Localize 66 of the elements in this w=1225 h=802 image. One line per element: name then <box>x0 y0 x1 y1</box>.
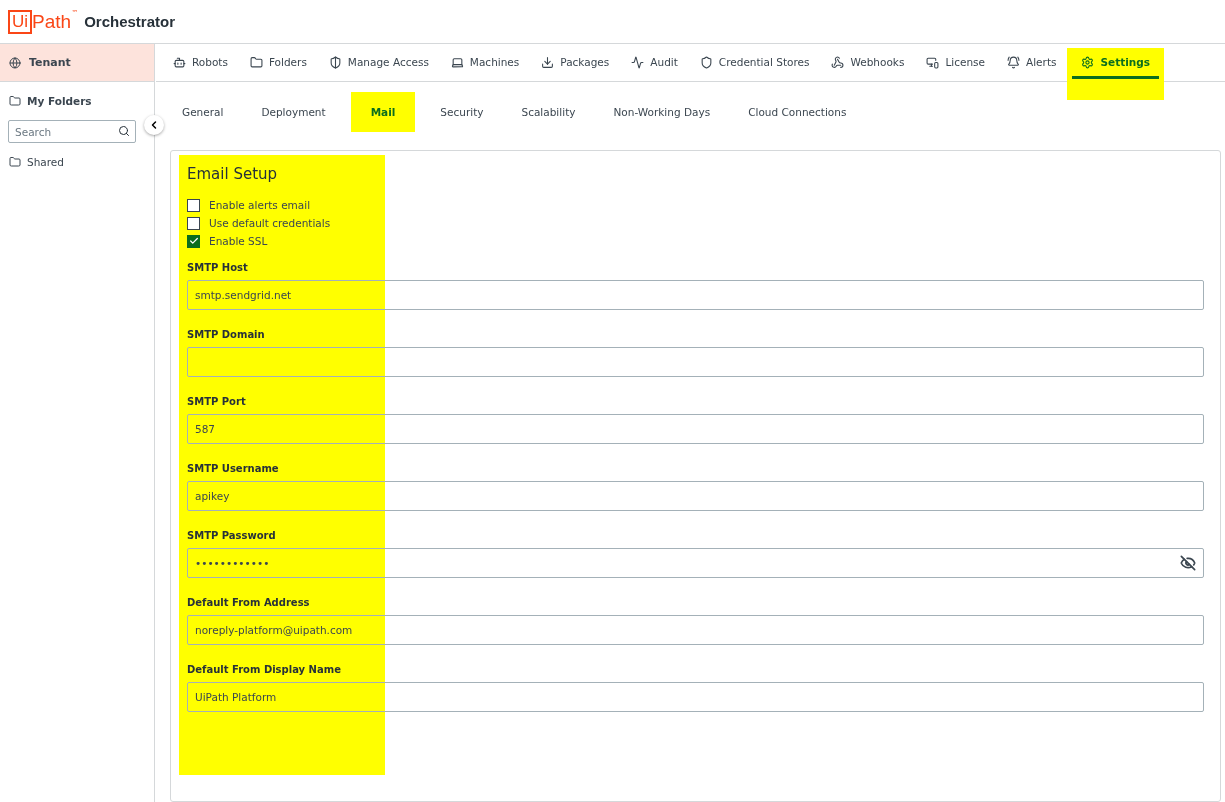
checkbox-option[interactable]: Enable SSL <box>187 232 268 250</box>
folder-icon <box>9 156 21 168</box>
globe-icon <box>9 56 21 69</box>
nav-tab[interactable]: Machines <box>439 44 531 82</box>
nav-tab[interactable]: Packages <box>530 44 621 82</box>
field-label: Default From Display Name <box>187 664 342 675</box>
input-field[interactable]: smtp.sendgrid.net <box>187 280 1204 310</box>
product-name: Orchestrator <box>84 13 176 30</box>
laptop-icon <box>450 56 464 69</box>
input-field[interactable]: UiPath Platform <box>187 682 1204 712</box>
nav-tab[interactable]: Alerts <box>996 44 1068 82</box>
devices-icon <box>926 56 940 69</box>
bell-icon <box>1007 56 1020 69</box>
checkbox[interactable] <box>187 216 200 230</box>
subtab[interactable]: Scalability <box>508 92 589 132</box>
search-icon <box>118 125 130 137</box>
folder-icon <box>9 95 21 107</box>
nav-tab[interactable]: Folders <box>238 44 318 82</box>
subtab[interactable]: Mail <box>350 92 416 132</box>
shield-icon <box>328 56 342 69</box>
download-icon <box>541 56 555 69</box>
nav-tab[interactable]: Robots <box>162 44 239 82</box>
field-label: SMTP Password <box>187 530 277 541</box>
input-field[interactable]: •••••••••••• <box>187 548 1204 578</box>
option-label: Enable SSL <box>209 235 268 247</box>
subtab[interactable]: Non-Working Days <box>600 92 724 132</box>
robot-icon <box>173 56 186 69</box>
checkbox[interactable] <box>187 198 200 212</box>
logo-word: Path <box>32 10 72 33</box>
logo-mark: Ui <box>8 9 33 34</box>
subtab[interactable]: Security <box>427 92 497 132</box>
activity-icon <box>631 56 645 69</box>
field-label: SMTP Port <box>187 396 247 407</box>
input-field[interactable]: 587 <box>187 414 1204 444</box>
checkbox-option[interactable]: Enable alerts email <box>187 196 311 214</box>
tenant-item[interactable]: Tenant <box>0 44 154 82</box>
nav-tab[interactable]: Webhooks <box>820 44 916 82</box>
option-label: Use default credentials <box>209 217 331 229</box>
subtab[interactable]: General <box>169 92 237 132</box>
input-field[interactable] <box>187 347 1204 377</box>
nav-tab[interactable]: Manage Access <box>317 44 440 82</box>
nav-tab[interactable]: Settings <box>1067 48 1165 100</box>
sidebar-item[interactable]: My Folders <box>0 82 154 120</box>
input-field[interactable]: noreply-platform@uipath.com <box>187 615 1204 645</box>
shield-icon <box>699 56 713 69</box>
collapse-button[interactable] <box>144 115 164 135</box>
nav-tab[interactable]: License <box>915 44 996 82</box>
checkbox-option[interactable]: Use default credentials <box>187 214 331 232</box>
checkbox[interactable] <box>187 234 200 248</box>
eye-off-icon[interactable] <box>1180 555 1196 571</box>
field-label: SMTP Username <box>187 463 280 474</box>
sidebar-item[interactable]: Shared <box>0 143 154 181</box>
field-label: SMTP Host <box>187 262 249 273</box>
subtab[interactable]: Deployment <box>248 92 339 132</box>
search-field[interactable]: Search <box>8 120 136 143</box>
section-title: Email Setup <box>187 165 279 183</box>
settings-icon <box>1081 56 1095 69</box>
webhook-icon <box>831 56 845 69</box>
field-label: SMTP Domain <box>187 329 266 340</box>
folder-icon <box>249 56 263 69</box>
field-label: Default From Address <box>187 597 311 608</box>
option-label: Enable alerts email <box>209 199 311 211</box>
nav-tab[interactable]: Credential Stores <box>688 44 821 82</box>
nav-tab[interactable]: Audit <box>620 44 689 82</box>
subtab[interactable]: Cloud Connections <box>735 92 860 132</box>
input-field[interactable]: apikey <box>187 481 1204 511</box>
